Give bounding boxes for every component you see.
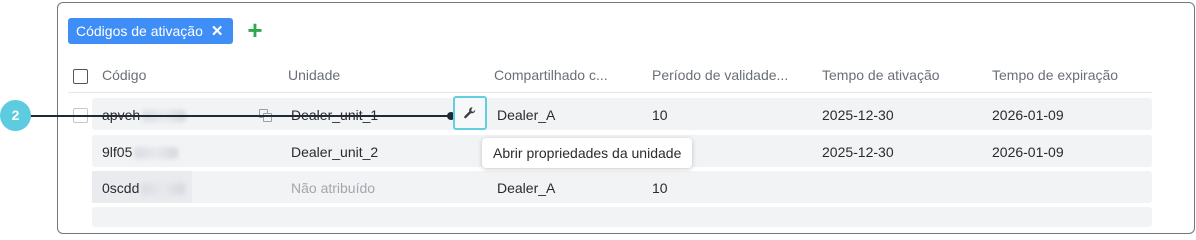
filter-chip-label: Códigos de ativação: [76, 23, 203, 39]
unit-cell[interactable]: Dealer_unit_2: [291, 142, 378, 162]
header-divider: [68, 92, 1152, 93]
code-value: 0scdd: [102, 180, 140, 196]
shared-cell: Dealer_A: [497, 107, 556, 123]
code-cell: 9lf05: [102, 142, 179, 162]
redacted-code: [141, 183, 186, 196]
shared-cell: Dealer_A: [497, 180, 556, 196]
filter-chip-activation-codes[interactable]: Códigos de ativação ✕: [68, 18, 233, 44]
table-row[interactable]: [92, 207, 1152, 227]
validity-cell: 10: [652, 107, 668, 123]
callout-badge: 2: [0, 100, 31, 131]
column-header-expiration[interactable]: Tempo de expiração: [992, 64, 1118, 90]
column-header-validity[interactable]: Período de validade...: [652, 64, 788, 90]
column-header-activation[interactable]: Tempo de ativação: [822, 64, 940, 90]
tooltip-open-unit-properties: Abrir propriedades da unidade: [482, 138, 693, 168]
validity-cell: 10: [652, 180, 668, 196]
select-all-checkbox[interactable]: [73, 69, 88, 84]
table-row[interactable]: [92, 171, 1152, 203]
column-header-code[interactable]: Código: [102, 64, 146, 90]
column-header-unit[interactable]: Unidade: [288, 64, 340, 90]
activation-cell: 2025-12-30: [822, 107, 894, 123]
expiration-cell: 2026-01-09: [992, 144, 1064, 160]
callout-line: [30, 115, 453, 117]
unit-cell: Não atribuído: [291, 180, 376, 196]
redacted-code: [134, 147, 179, 160]
expiration-cell: 2026-01-09: [992, 107, 1064, 123]
code-cell: 0scdd: [102, 178, 186, 198]
column-header-shared[interactable]: Compartilhado c...: [494, 64, 608, 90]
code-value: 9lf05: [102, 144, 133, 160]
activation-cell: 2025-12-30: [822, 144, 894, 160]
close-icon[interactable]: ✕: [211, 22, 224, 40]
add-filter-button[interactable]: +: [245, 17, 265, 43]
wrench-icon: [464, 107, 476, 119]
unit-properties-button[interactable]: [453, 96, 487, 130]
